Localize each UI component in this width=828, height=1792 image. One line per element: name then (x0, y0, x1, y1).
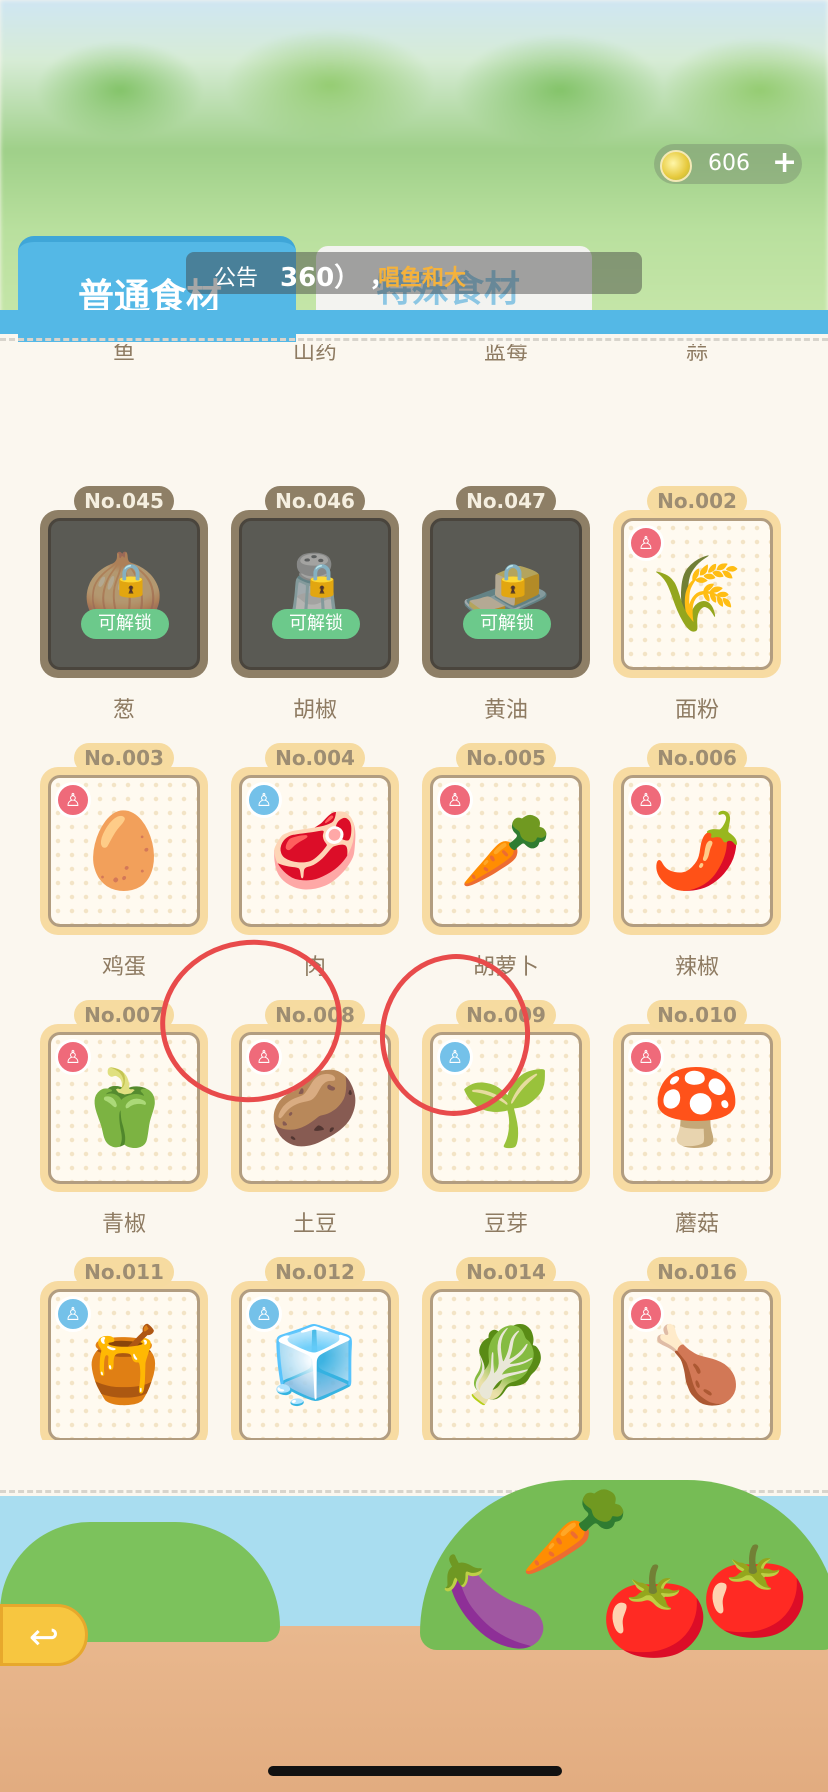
ingredient-cell[interactable]: 🧂 🔒 可解锁 No.046 胡椒 (231, 486, 399, 756)
ingredient-cell[interactable]: 🍯 ♙ No.011 (40, 1257, 208, 1440)
eggplant-decoration-icon: 🍆 (440, 1550, 550, 1653)
chef-hat-icon: ♙ (628, 782, 664, 818)
ingredient-grid[interactable]: 可解锁 鱼 可解锁 山药 可解锁 蓝莓 可解锁 蒜 🧅🔒 可解锁 No.0 (0, 344, 828, 1440)
ingredient-number: No.005 (456, 743, 556, 773)
tomato-decoration-icon: 🍅 (600, 1560, 710, 1663)
ingredient-number: No.007 (74, 1000, 174, 1030)
ingredient-name: 鱼 (112, 344, 135, 365)
ingredient-card-inner: 🍯 ♙ (48, 1289, 200, 1440)
ingredient-card[interactable]: 🧊 ♙ (231, 1281, 399, 1440)
home-indicator[interactable] (268, 1766, 562, 1776)
ingredient-name: 胡椒 (292, 698, 337, 723)
ingredient-card[interactable]: 🧅 🔒 可解锁 (40, 510, 208, 678)
ingredient-cell[interactable]: 🧊 ♙ No.012 (231, 1257, 399, 1440)
ingredient-number: No.047 (456, 486, 556, 516)
ingredient-name: 土豆 (292, 1212, 337, 1237)
ingredient-card-inner: 🧈 🔒 可解锁 (430, 518, 582, 670)
ingredient-card-inner: 🥕 ♙ (430, 775, 582, 927)
chef-hat-icon: ♙ (246, 782, 282, 818)
chef-hat-icon: ♙ (246, 1296, 282, 1332)
ingredient-name: 蓝莓 (483, 344, 528, 365)
ingredient-name: 山药 (292, 344, 337, 365)
ingredient-card-inner: 🍗 ♙ (621, 1289, 773, 1440)
ingredient-card-inner: 🍄 ♙ (621, 1032, 773, 1184)
chef-hat-icon: ♙ (628, 525, 664, 561)
ingredient-name: 葱 (112, 698, 135, 723)
ingredient-name: 青椒 (101, 1212, 146, 1237)
announcement-highlight: 唱鱼和大 (378, 266, 467, 291)
unlock-label: 可解锁 (463, 609, 551, 639)
ingredient-cell[interactable]: 可解锁 鱼 (40, 344, 208, 398)
unlock-label: 可解锁 (272, 609, 360, 639)
add-currency-button[interactable]: + (772, 145, 797, 180)
coin-icon (660, 150, 692, 182)
ingredient-cell[interactable]: 可解锁 蒜 (613, 344, 781, 398)
ingredient-cell[interactable]: 🍄 ♙ No.010 蘑菇 (613, 1000, 781, 1270)
ingredient-cell[interactable]: 🧈 🔒 可解锁 No.047 黄油 (422, 486, 590, 756)
ingredient-number: No.004 (265, 743, 365, 773)
ingredient-number: No.003 (74, 743, 174, 773)
ingredient-number: No.016 (647, 1257, 747, 1287)
ingredient-name: 面粉 (674, 698, 719, 723)
ingredient-cell[interactable]: 🥬 No.014 (422, 1257, 590, 1440)
ingredient-cell[interactable]: 🍗 ♙ No.016 (613, 1257, 781, 1440)
ingredient-cell[interactable]: 🌶️ ♙ No.006 辣椒 (613, 743, 781, 1013)
ingredient-number: No.011 (74, 1257, 174, 1287)
ingredient-card[interactable]: 🍯 ♙ (40, 1281, 208, 1440)
ingredient-number: No.010 (647, 1000, 747, 1030)
tomato-decoration-icon-2: 🍅 (700, 1540, 810, 1643)
ingredient-card[interactable]: 🧂 🔒 可解锁 (231, 510, 399, 678)
ingredient-card[interactable]: 🥩 ♙ (231, 767, 399, 935)
ingredient-name: 蘑菇 (674, 1212, 719, 1237)
announcement-label: 公告 (214, 266, 259, 291)
ingredient-number: No.046 (265, 486, 365, 516)
ingredient-name: 豆芽 (483, 1212, 528, 1237)
currency-value: 606 (708, 151, 750, 176)
ingredient-name: 辣椒 (674, 955, 719, 980)
ingredient-card-inner: 🥚 ♙ (48, 775, 200, 927)
ingredient-card[interactable]: 🍗 ♙ (613, 1281, 781, 1440)
currency-display: 606 + (654, 144, 802, 184)
ingredient-card[interactable]: 🧈 🔒 可解锁 (422, 510, 590, 678)
ingredient-cell[interactable]: 可解锁 蓝莓 (422, 344, 590, 398)
ingredient-cell[interactable]: 🧅 🔒 可解锁 No.045 葱 (40, 486, 208, 756)
ingredient-number: No.014 (456, 1257, 556, 1287)
ingredient-cell[interactable]: 可解锁 山药 (231, 344, 399, 398)
chef-hat-icon: ♙ (437, 782, 473, 818)
ingredient-number: No.006 (647, 743, 747, 773)
chef-hat-icon: ♙ (55, 1296, 91, 1332)
ingredient-card-inner: 🧂 🔒 可解锁 (239, 518, 391, 670)
ingredient-card-inner: 🌶️ ♙ (621, 775, 773, 927)
chef-hat-icon: ♙ (628, 1039, 664, 1075)
bok-choy-icon: 🥬 (459, 1322, 553, 1408)
ingredient-card[interactable]: 🍄 ♙ (613, 1024, 781, 1192)
tab-underline-bar (0, 310, 828, 334)
lock-icon: 🔒 (493, 561, 533, 599)
divider-top (0, 338, 828, 341)
ingredient-card-inner: 🥩 ♙ (239, 775, 391, 927)
lock-icon: 🔒 (111, 561, 151, 599)
chef-hat-icon: ♙ (55, 1039, 91, 1075)
ingredient-card-inner: 🥬 (430, 1289, 582, 1440)
ingredient-card-inner: 🌾 ♙ (621, 518, 773, 670)
ingredient-number: No.045 (74, 486, 174, 516)
ingredient-card[interactable]: 🥕 ♙ (422, 767, 590, 935)
ingredient-name: 蒜 (685, 344, 708, 365)
ingredient-card-inner: 🧅 🔒 可解锁 (48, 518, 200, 670)
ingredient-card[interactable]: 🌶️ ♙ (613, 767, 781, 935)
ingredient-number: No.012 (265, 1257, 365, 1287)
ingredient-card-inner: 🧊 ♙ (239, 1289, 391, 1440)
ingredient-card[interactable]: 🥬 (422, 1281, 590, 1440)
back-button[interactable]: ↩ (0, 1604, 88, 1666)
chef-hat-icon: ♙ (628, 1296, 664, 1332)
ingredient-card[interactable]: 🥚 ♙ (40, 767, 208, 935)
chef-hat-icon: ♙ (55, 782, 91, 818)
unlock-label: 可解锁 (81, 609, 169, 639)
announcement-banner[interactable]: 公告 360） ， 唱鱼和大 (186, 252, 642, 294)
ingredient-number: No.002 (647, 486, 747, 516)
ingredient-card[interactable]: 🌾 ♙ (613, 510, 781, 678)
ingredient-cell[interactable]: 🌾 ♙ No.002 面粉 (613, 486, 781, 756)
lock-icon: 🔒 (302, 561, 342, 599)
ingredient-name: 黄油 (483, 698, 528, 723)
